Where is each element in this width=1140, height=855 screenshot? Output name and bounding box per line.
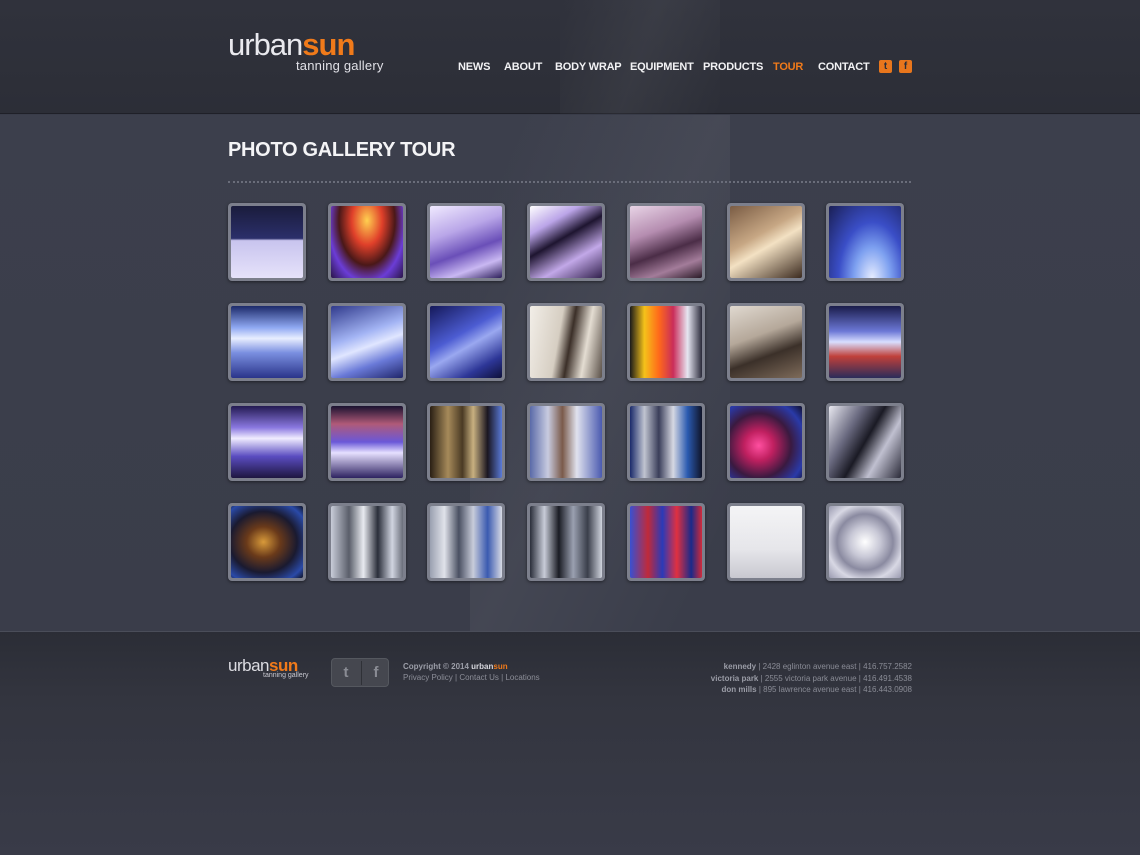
- gallery-thumb-product-bottles-gold[interactable]: [427, 403, 505, 481]
- gallery-thumb-product-bottles-pink[interactable]: [727, 403, 805, 481]
- gallery-photo: [430, 206, 502, 278]
- gallery-photo: [730, 506, 802, 578]
- gallery-thumb-lotion-tubes-silver-2[interactable]: [427, 503, 505, 581]
- gallery-photo: [530, 506, 602, 578]
- gallery-photo: [231, 306, 303, 378]
- nav-contact[interactable]: CONTACT: [818, 61, 870, 73]
- copyright-text: Copyright © 2014: [403, 662, 472, 671]
- gallery-photo: [829, 506, 901, 578]
- gallery-thumb-tanning-room-beige[interactable]: [727, 203, 805, 281]
- gallery-thumb-tanning-bed-side-view[interactable]: [826, 303, 904, 381]
- footer-link-contact[interactable]: Contact Us: [459, 673, 499, 682]
- gallery-photo: [430, 406, 502, 478]
- gallery-thumb-retail-shelf-display[interactable]: [228, 203, 306, 281]
- gallery-photo: [630, 206, 702, 278]
- nav-news[interactable]: NEWS: [458, 61, 490, 73]
- gallery-photo: [430, 506, 502, 578]
- logo-tagline: tanning gallery: [296, 58, 384, 73]
- gallery-photo: [630, 306, 702, 378]
- copyright-brand-urban: urban: [471, 662, 494, 671]
- gallery-photo: [730, 306, 802, 378]
- nav-about[interactable]: ABOUT: [504, 61, 542, 73]
- footer-link-privacy[interactable]: Privacy Policy: [403, 673, 453, 682]
- nav-tour[interactable]: TOUR: [773, 61, 803, 73]
- nav-body-wrap[interactable]: BODY WRAP: [555, 61, 622, 73]
- gallery-photo: [331, 206, 403, 278]
- site-header: urbansun tanning gallery NEWS ABOUT BODY…: [0, 0, 1140, 114]
- facebook-icon[interactable]: f: [899, 60, 912, 73]
- gallery-thumb-tanning-bed-open-white[interactable]: [427, 203, 505, 281]
- gallery-thumb-energy-bottles[interactable]: [627, 503, 705, 581]
- gallery-photo: [430, 306, 502, 378]
- gallery-thumb-tanning-bed-lid-black[interactable]: [527, 203, 605, 281]
- footer-link-locations[interactable]: Locations: [505, 673, 539, 682]
- gallery-thumb-product-bottles-blue[interactable]: [527, 403, 605, 481]
- nav-equipment[interactable]: EQUIPMENT: [630, 61, 694, 73]
- gallery-photo: [331, 506, 403, 578]
- gallery-photo: [231, 406, 303, 478]
- gallery-thumb-reed-diffuser-decor[interactable]: [727, 303, 805, 381]
- footer-social: t f: [331, 658, 389, 687]
- logo-urban: urban: [228, 27, 303, 62]
- logo-sun: sun: [302, 27, 355, 62]
- gallery-photo: [829, 306, 901, 378]
- title-divider: [228, 181, 911, 183]
- gallery-photo: [829, 206, 901, 278]
- gallery-photo: [530, 406, 602, 478]
- gallery-thumb-lotion-tubes-silver-1[interactable]: [328, 503, 406, 581]
- photo-gallery-grid: [228, 203, 908, 583]
- footer-copyright: Copyright © 2014 urbansun Privacy Policy…: [403, 662, 540, 682]
- gallery-thumb-urbansun-wall-logo[interactable]: [727, 503, 805, 581]
- gallery-thumb-lotion-tubes-dark[interactable]: [527, 503, 605, 581]
- location-victoria-park: victoria park | 2555 victoria park avenu…: [710, 673, 912, 683]
- gallery-thumb-tanning-bed-tubes-blue-2[interactable]: [328, 303, 406, 381]
- footer-twitter-icon[interactable]: t: [332, 664, 360, 681]
- gallery-thumb-hallway-with-vase[interactable]: [527, 303, 605, 381]
- gallery-thumb-tanning-bed-tubes-purple-1[interactable]: [228, 403, 306, 481]
- gallery-thumb-tanning-bed-orange-glow[interactable]: [328, 203, 406, 281]
- nav-products[interactable]: PRODUCTS: [703, 61, 763, 73]
- footer-facebook-icon[interactable]: f: [362, 664, 390, 681]
- site-logo[interactable]: urbansun tanning gallery: [228, 27, 383, 73]
- gallery-photo: [730, 206, 802, 278]
- gallery-photo: [730, 406, 802, 478]
- gallery-thumb-colorful-glass-wall[interactable]: [627, 303, 705, 381]
- gallery-thumb-tanning-bed-tubes-blue-3[interactable]: [427, 303, 505, 381]
- gallery-photo: [630, 406, 702, 478]
- site-footer: [0, 631, 1140, 855]
- gallery-photo: [530, 306, 602, 378]
- gallery-photo: [331, 406, 403, 478]
- gallery-thumb-product-gold-bottle[interactable]: [228, 503, 306, 581]
- gallery-photo: [331, 306, 403, 378]
- gallery-thumb-tanning-bed-pink-room[interactable]: [627, 203, 705, 281]
- gallery-photo: [231, 506, 303, 578]
- location-kennedy: kennedy | 2428 eglinton avenue east | 41…: [723, 662, 912, 671]
- gallery-thumb-tanning-bed-tubes-blue-1[interactable]: [228, 303, 306, 381]
- gallery-photo: [530, 206, 602, 278]
- gallery-thumb-crystal-chandelier[interactable]: [826, 503, 904, 581]
- copyright-brand-sun: sun: [493, 662, 508, 671]
- footer-locations: kennedy | 2428 eglinton avenue east | 41…: [711, 661, 912, 696]
- gallery-photo: [231, 206, 303, 278]
- location-don-mills: don mills | 895 lawrence avenue east | 4…: [721, 685, 912, 694]
- gallery-photo: [829, 406, 901, 478]
- gallery-thumb-product-bottles-row[interactable]: [627, 403, 705, 481]
- twitter-icon[interactable]: t: [879, 60, 892, 73]
- footer-logo[interactable]: urbansun tanning gallery: [228, 656, 309, 679]
- gallery-thumb-tanning-bed-tubes-purple-2[interactable]: [328, 403, 406, 481]
- gallery-photo: [630, 506, 702, 578]
- gallery-thumb-tanning-bed-blue-arch[interactable]: [826, 203, 904, 281]
- gallery-thumb-product-bottles-chrome[interactable]: [826, 403, 904, 481]
- page-title: PHOTO GALLERY TOUR: [228, 139, 456, 161]
- footer-logo-tagline: tanning gallery: [263, 672, 309, 679]
